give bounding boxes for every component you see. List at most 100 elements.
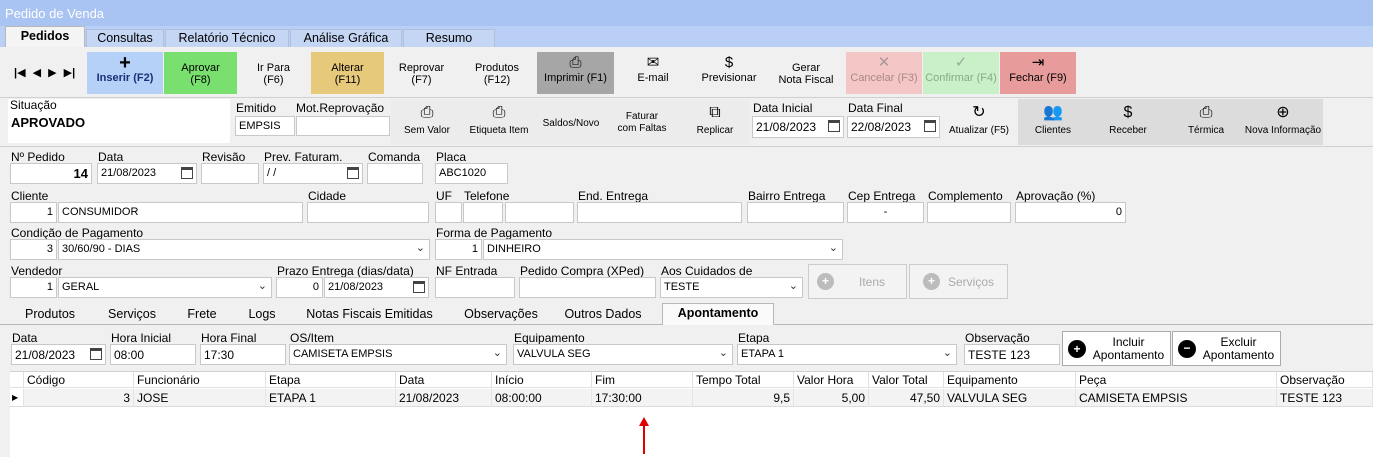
faturar-com-faltas-button[interactable]: Faturar com Faltas <box>606 101 678 145</box>
col-fim[interactable]: Fim <box>592 372 693 388</box>
calendar-icon[interactable] <box>90 348 102 360</box>
atualizar-button[interactable]: ↻ Atualizar (F5) <box>941 101 1017 145</box>
calendar-icon[interactable] <box>924 120 936 132</box>
uf-field[interactable] <box>435 202 462 223</box>
table-cell[interactable]: 47,50 <box>869 389 944 407</box>
tab-notas-fiscais[interactable]: Notas Fiscais Emitidas <box>297 306 442 324</box>
cep-entrega-field[interactable]: - <box>847 202 924 223</box>
ir-para-button[interactable]: Ir Para (F6) <box>237 52 310 94</box>
tab-outros-dados[interactable]: Outros Dados <box>553 306 653 324</box>
os-item-select[interactable]: CAMISETA EMPSIS ⌄ <box>289 344 507 365</box>
gerar-nota-fiscal-button[interactable]: Gerar Nota Fiscal <box>767 52 845 94</box>
col-codigo[interactable]: Código <box>24 372 134 388</box>
table-cell[interactable]: CAMISETA EMPSIS <box>1076 389 1277 407</box>
col-valor-total[interactable]: Valor Total <box>869 372 944 388</box>
end-entrega-field[interactable] <box>577 202 742 223</box>
placa-field[interactable]: ABC1020 <box>435 163 508 184</box>
table-cell[interactable]: 08:00:00 <box>492 389 592 407</box>
previsionar-button[interactable]: $ Previsionar <box>692 52 766 94</box>
table-cell[interactable]: ETAPA 1 <box>266 389 396 407</box>
first-record-button[interactable]: |◀ <box>14 67 26 79</box>
replicar-button[interactable]: ⧉ Replicar <box>680 101 750 145</box>
tab-apontamento[interactable]: Apontamento <box>662 303 774 325</box>
inserir-button[interactable]: + Inserir (F2) <box>87 52 163 94</box>
col-peca[interactable]: Peça <box>1076 372 1277 388</box>
incluir-apontamento-button[interactable]: + Incluir Apontamento <box>1062 331 1171 366</box>
calendar-icon[interactable] <box>347 167 359 179</box>
tab-servicos[interactable]: Serviços <box>97 306 167 324</box>
imprimir-button[interactable]: ⎙ Imprimir (F1) <box>537 52 614 94</box>
table-cell[interactable]: 9,5 <box>693 389 794 407</box>
data-final-field[interactable]: 22/08/2023 <box>847 116 940 138</box>
produtos-button[interactable]: Produtos (F12) <box>459 52 535 94</box>
data-field[interactable]: 21/08/2023 <box>97 163 197 184</box>
sem-valor-button[interactable]: ⎙ Sem Valor <box>393 101 461 145</box>
email-button[interactable]: ✉ E-mail <box>615 52 691 94</box>
aprovacao-field[interactable]: 0 <box>1015 202 1126 223</box>
saldos-novo-button[interactable]: Saldos/Novo <box>536 101 606 145</box>
vendedor-codigo-field[interactable]: 1 <box>10 277 57 298</box>
last-record-button[interactable]: ▶| <box>64 67 76 79</box>
prazo-data-field[interactable]: 21/08/2023 <box>324 277 429 298</box>
comanda-field[interactable] <box>367 163 423 184</box>
pedido-compra-field[interactable] <box>519 277 656 298</box>
complemento-field[interactable] <box>927 202 1011 223</box>
col-inicio[interactable]: Início <box>492 372 592 388</box>
col-funcionario[interactable]: Funcionário <box>134 372 266 388</box>
next-record-button[interactable]: ▶ <box>48 67 56 79</box>
col-observacao[interactable]: Observação <box>1277 372 1373 388</box>
calendar-icon[interactable] <box>828 120 840 132</box>
etiqueta-item-button[interactable]: ⎙ Etiqueta Item <box>462 101 536 145</box>
table-cell[interactable]: VALVULA SEG <box>944 389 1076 407</box>
alterar-button[interactable]: Alterar (F11) <box>311 52 384 94</box>
mot-reprovacao-field[interactable] <box>296 116 390 136</box>
table-cell[interactable]: 5,00 <box>794 389 869 407</box>
receber-button[interactable]: $ Receber <box>1092 101 1164 145</box>
forma-pagamento-select[interactable]: DINHEIRO ⌄ <box>483 239 843 260</box>
bairro-entrega-field[interactable] <box>747 202 844 223</box>
table-cell[interactable]: JOSE <box>134 389 266 407</box>
nova-informacao-button[interactable]: ⊕ Nova Informação <box>1244 101 1322 145</box>
cliente-nome-field[interactable]: CONSUMIDOR <box>58 202 303 223</box>
tab-logs[interactable]: Logs <box>237 306 287 324</box>
col-data[interactable]: Data <box>396 372 492 388</box>
vendedor-select[interactable]: GERAL ⌄ <box>58 277 272 298</box>
telefone-ddd-field[interactable] <box>463 202 503 223</box>
etapa-select[interactable]: ETAPA 1 ⌄ <box>737 344 957 365</box>
table-cell[interactable]: 3 <box>24 389 134 407</box>
apont-data-field[interactable]: 21/08/2023 <box>11 344 106 365</box>
calendar-icon[interactable] <box>413 281 425 293</box>
itens-button[interactable]: + Itens <box>808 264 907 299</box>
observacao-field[interactable]: TESTE 123 <box>964 344 1060 365</box>
col-valor-hora[interactable]: Valor Hora <box>794 372 869 388</box>
tab-pedidos[interactable]: Pedidos <box>5 26 85 47</box>
hora-inicial-field[interactable]: 08:00 <box>110 344 196 365</box>
cidade-field[interactable] <box>307 202 429 223</box>
prev-faturam-field[interactable]: / / <box>263 163 363 184</box>
forma-codigo-field[interactable]: 1 <box>435 239 482 260</box>
aprovar-button[interactable]: Aprovar (F8) <box>164 52 237 94</box>
n-pedido-field[interactable]: 14 <box>10 163 92 184</box>
confirmar-button[interactable]: ✓ Confirmar (F4) <box>923 52 999 94</box>
equipamento-select[interactable]: VALVULA SEG ⌄ <box>513 344 733 365</box>
table-cell[interactable]: TESTE 123 <box>1277 389 1373 407</box>
data-inicial-field[interactable]: 21/08/2023 <box>752 116 844 138</box>
prazo-dias-field[interactable]: 0 <box>276 277 323 298</box>
tab-frete[interactable]: Frete <box>177 306 227 324</box>
tab-produtos[interactable]: Produtos <box>14 306 86 324</box>
table-cell[interactable]: 17:30:00 <box>592 389 693 407</box>
servicos-button[interactable]: + Serviços <box>909 264 1008 299</box>
telefone-field[interactable] <box>505 202 574 223</box>
tab-observacoes[interactable]: Observações <box>452 306 550 324</box>
tab-relatorio-tecnico[interactable]: Relatório Técnico <box>165 29 289 47</box>
col-tempo-total[interactable]: Tempo Total <box>693 372 794 388</box>
emitido-field[interactable]: EMPSIS <box>235 116 295 136</box>
table-cell[interactable]: 21/08/2023 <box>396 389 492 407</box>
col-equipamento[interactable]: Equipamento <box>944 372 1076 388</box>
cancelar-button[interactable]: ✕ Cancelar (F3) <box>846 52 922 94</box>
condicao-pagamento-select[interactable]: 30/60/90 - DIAS ⌄ <box>58 239 430 260</box>
tab-resumo[interactable]: Resumo <box>403 29 495 47</box>
tab-analise-grafica[interactable]: Análise Gráfica <box>290 29 402 47</box>
condicao-codigo-field[interactable]: 3 <box>10 239 57 260</box>
termica-button[interactable]: ⎙ Térmica <box>1170 101 1242 145</box>
